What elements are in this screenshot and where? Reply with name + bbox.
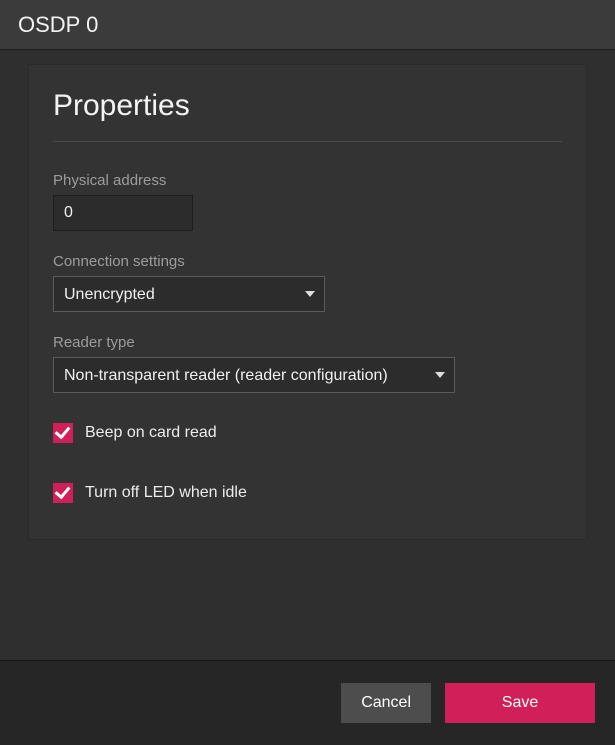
beep-checkbox[interactable] (53, 423, 73, 443)
content-area: Properties Physical address Connection s… (0, 50, 615, 560)
panel-header: Properties (53, 79, 562, 142)
reader-type-group: Reader type Non-transparent reader (read… (53, 334, 562, 393)
connection-settings-select-wrap: Unencrypted (53, 276, 325, 312)
led-checkbox-label: Turn off LED when idle (85, 484, 247, 502)
title-bar: OSDP 0 (0, 0, 615, 50)
save-button[interactable]: Save (445, 683, 595, 723)
panel-heading: Properties (53, 89, 562, 123)
physical-address-input[interactable] (53, 195, 193, 231)
physical-address-label: Physical address (53, 172, 562, 189)
reader-type-select[interactable]: Non-transparent reader (reader configura… (53, 357, 455, 393)
physical-address-group: Physical address (53, 172, 562, 231)
led-checkbox[interactable] (53, 483, 73, 503)
connection-settings-group: Connection settings Unencrypted (53, 253, 562, 312)
reader-type-select-wrap: Non-transparent reader (reader configura… (53, 357, 455, 393)
cancel-button[interactable]: Cancel (341, 683, 431, 723)
beep-checkbox-label: Beep on card read (85, 424, 217, 442)
beep-checkbox-row[interactable]: Beep on card read (53, 423, 562, 443)
reader-type-label: Reader type (53, 334, 562, 351)
window-title: OSDP 0 (18, 12, 98, 38)
connection-settings-select[interactable]: Unencrypted (53, 276, 325, 312)
dialog-footer: Cancel Save (0, 660, 615, 745)
led-checkbox-row[interactable]: Turn off LED when idle (53, 483, 562, 503)
connection-settings-label: Connection settings (53, 253, 562, 270)
properties-panel: Properties Physical address Connection s… (28, 64, 587, 540)
